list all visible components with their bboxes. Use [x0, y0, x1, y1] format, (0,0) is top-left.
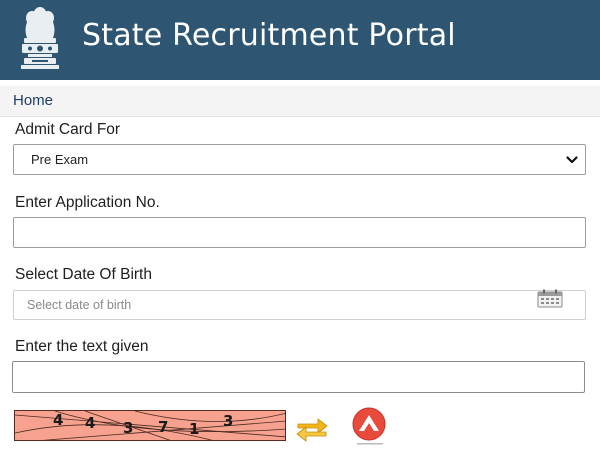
audio-captcha-icon[interactable] [347, 406, 393, 448]
captcha-digit: 1 [189, 420, 200, 438]
application-number-label: Enter Application No. [15, 194, 160, 211]
captcha-digit: 4 [53, 411, 64, 429]
chevron-down-icon [566, 156, 578, 164]
dob-placeholder: Select date of birth [27, 298, 132, 312]
application-number-input[interactable] [13, 217, 586, 248]
refresh-arrows-icon[interactable] [295, 413, 329, 443]
captcha-digit: 7 [158, 418, 169, 436]
state-emblem-icon [21, 7, 59, 69]
dob-label: Select Date Of Birth [15, 266, 152, 283]
breadcrumb-home-link[interactable]: Home [13, 92, 53, 109]
site-header: State Recruitment Portal [0, 0, 600, 80]
breadcrumb: Home [0, 86, 600, 117]
captcha-digit: 4 [85, 414, 96, 432]
page-title: State Recruitment Portal [82, 18, 456, 53]
calendar-icon[interactable] [537, 289, 563, 308]
captcha-text-label: Enter the text given [15, 338, 149, 355]
admit-card-select[interactable]: Pre Exam [13, 144, 586, 175]
admit-card-label: Admit Card For [15, 121, 121, 138]
dob-input[interactable]: Select date of birth [13, 290, 586, 320]
captcha-text-input[interactable] [12, 361, 585, 393]
captcha-image: 4 4 3 7 1 3 [14, 410, 286, 441]
captcha-digit: 3 [223, 412, 234, 430]
admit-card-selected-value: Pre Exam [31, 152, 89, 167]
captcha-digit: 3 [123, 419, 134, 437]
